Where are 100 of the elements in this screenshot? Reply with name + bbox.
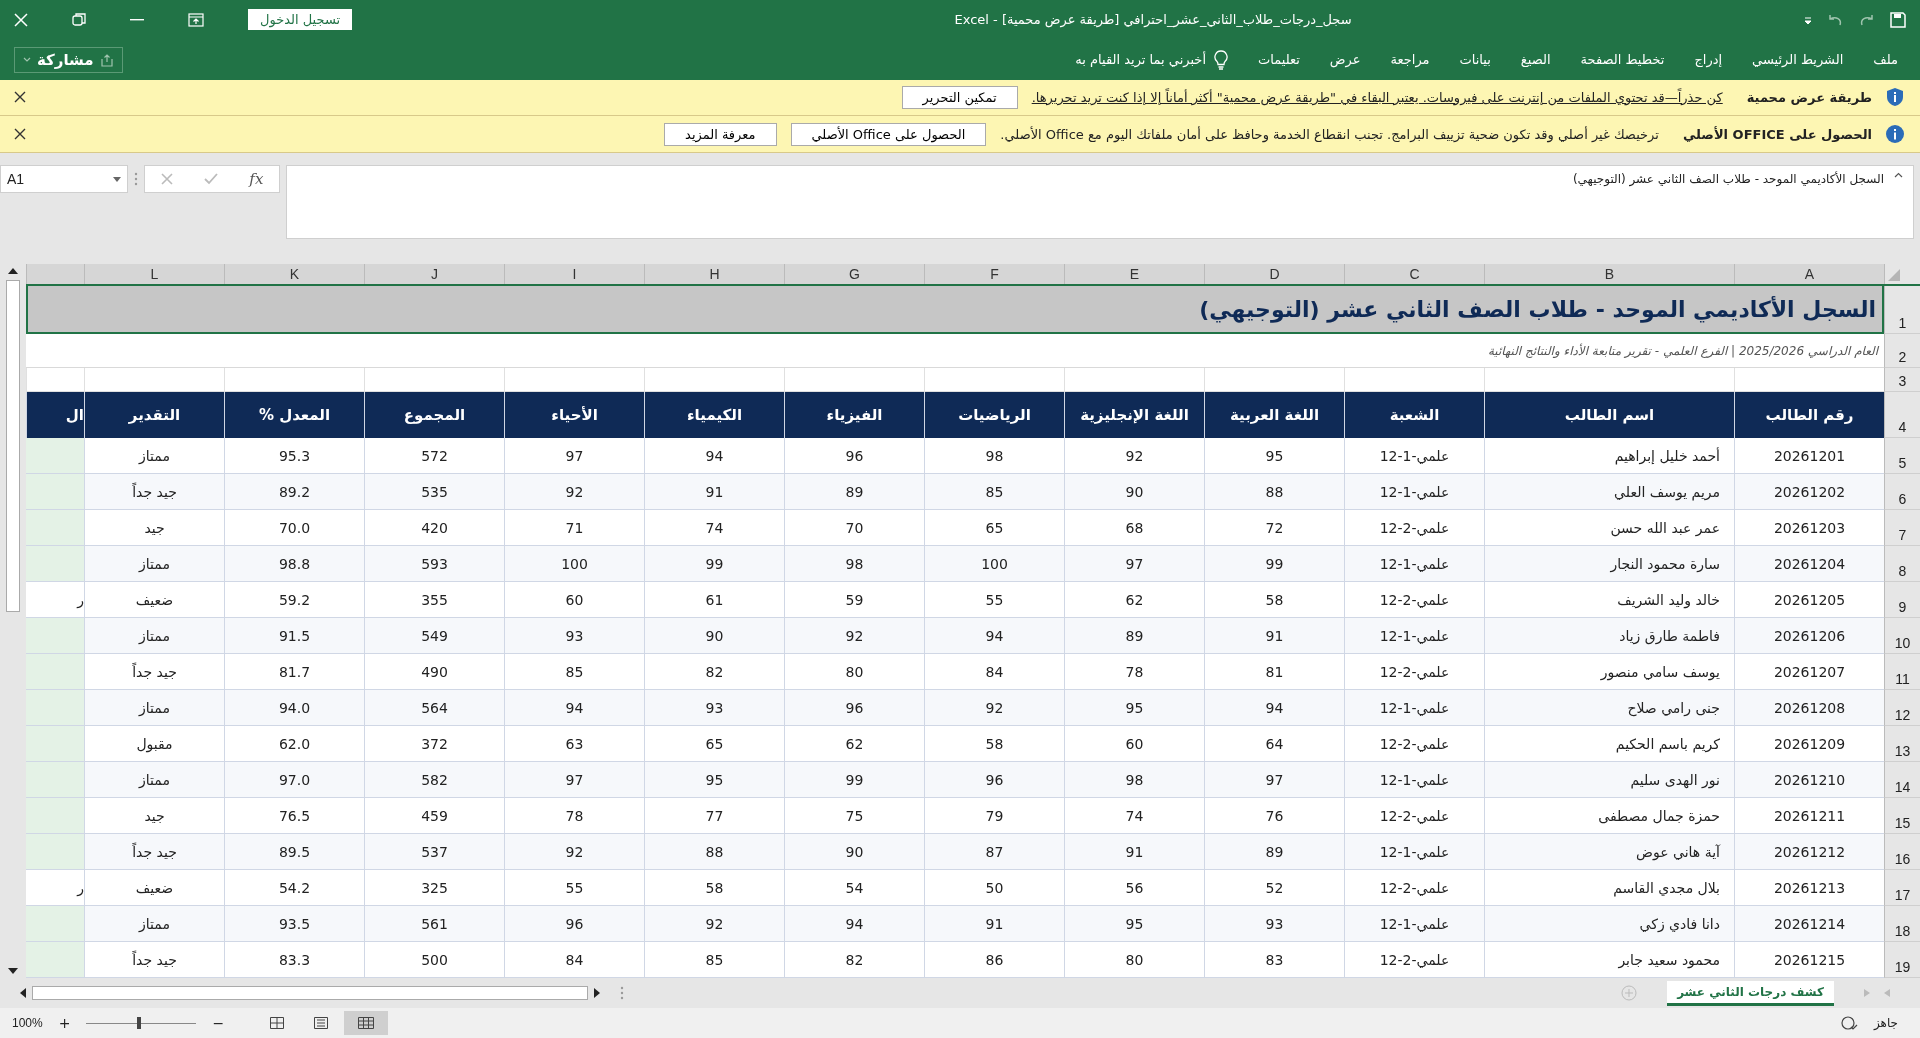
table-cell: 81 bbox=[1265, 663, 1284, 680]
table-cell: 94.0 bbox=[278, 699, 311, 716]
table-cell: ممتاز bbox=[139, 771, 170, 788]
row-number[interactable]: 18 bbox=[1884, 906, 1920, 943]
row-number[interactable]: 4 bbox=[1884, 392, 1920, 439]
ribbon-display-icon[interactable] bbox=[188, 12, 204, 27]
column-letter[interactable]: E bbox=[1064, 264, 1204, 285]
row-number[interactable]: 1 bbox=[1884, 286, 1920, 335]
page-icon bbox=[314, 1017, 329, 1030]
close-icon[interactable] bbox=[14, 91, 26, 104]
table-cell: 79 bbox=[985, 807, 1004, 824]
zoom-in-button[interactable]: + bbox=[58, 1015, 71, 1032]
column-letter[interactable]: J bbox=[364, 264, 504, 285]
row-number[interactable]: 13 bbox=[1884, 726, 1920, 763]
ribbon-tab[interactable]: الشريط الرئيسي bbox=[1752, 52, 1844, 68]
table-cell: علمي-1-12 bbox=[1379, 483, 1450, 500]
message-button[interactable]: الحصول على Office الأصلي bbox=[790, 122, 987, 146]
minimize-icon[interactable] bbox=[130, 18, 144, 21]
table-cell: 88 bbox=[705, 843, 724, 860]
column-header: رقم الطالب bbox=[1734, 392, 1884, 439]
table-cell: 80 bbox=[1125, 951, 1144, 968]
table-cell: 20261210 bbox=[1773, 771, 1846, 788]
row-number[interactable]: 17 bbox=[1884, 870, 1920, 907]
scroll-down-icon[interactable] bbox=[8, 968, 18, 975]
table-cell: علمي-1-12 bbox=[1379, 843, 1450, 860]
warning-link[interactable]: كن حذراً—قد تحتوي الملفات من إنترنت على فيروسات. يعتبر البقاء في "طريقة عرض محمية" أكثر أماناً إلا إذا كنت تريد تحريرها. bbox=[1031, 89, 1723, 105]
table-cell: آية هاني عوض bbox=[1636, 843, 1720, 860]
scroll-up-icon[interactable] bbox=[8, 268, 18, 275]
column-header: اللغة العربية bbox=[1204, 392, 1344, 439]
row-number[interactable]: 11 bbox=[1884, 654, 1920, 691]
zoom-out-button[interactable]: − bbox=[212, 1015, 225, 1032]
row-number[interactable]: 6 bbox=[1884, 474, 1920, 511]
row-number[interactable]: 10 bbox=[1884, 618, 1920, 655]
customize-caret-icon[interactable] bbox=[1804, 15, 1812, 24]
close-icon[interactable] bbox=[14, 128, 26, 141]
table-cell: علمي-1-12 bbox=[1379, 627, 1450, 644]
sign-in-button[interactable]: تسجيل الدخول bbox=[248, 9, 353, 31]
ribbon-tab[interactable]: عرض bbox=[1329, 52, 1361, 68]
column-letter[interactable]: G bbox=[784, 264, 924, 285]
message-button[interactable]: معرفة المزيد bbox=[664, 122, 777, 146]
restore-icon[interactable] bbox=[72, 12, 86, 27]
row-number[interactable]: 16 bbox=[1884, 834, 1920, 871]
zoom-level[interactable]: 100% bbox=[12, 1016, 43, 1031]
row-number[interactable]: 14 bbox=[1884, 762, 1920, 799]
ribbon-tab[interactable]: ملف bbox=[1873, 52, 1898, 68]
ribbon-tab[interactable]: مراجعة bbox=[1390, 52, 1430, 68]
row-number[interactable]: 7 bbox=[1884, 510, 1920, 547]
tell-me-field[interactable]: أخبرني بما تريد القيام به bbox=[1075, 52, 1206, 68]
split-page-icon bbox=[270, 1017, 285, 1030]
row-number[interactable]: 3 bbox=[1884, 368, 1920, 393]
column-letter[interactable]: C bbox=[1344, 264, 1484, 285]
column-letter[interactable]: F bbox=[924, 264, 1064, 285]
zoom-slider-thumb[interactable] bbox=[137, 1017, 142, 1030]
table-cell: 98 bbox=[985, 447, 1004, 464]
scroll-right-icon[interactable] bbox=[594, 988, 600, 999]
row-number[interactable]: 9 bbox=[1884, 582, 1920, 619]
table-cell: 54 bbox=[845, 879, 864, 896]
row-number[interactable]: 12 bbox=[1884, 690, 1920, 727]
column-letter[interactable]: K bbox=[224, 264, 364, 285]
column-letter[interactable]: H bbox=[644, 264, 784, 285]
ribbon-tab[interactable]: بيانات bbox=[1459, 52, 1491, 68]
ribbon-tab[interactable]: إدراج bbox=[1694, 52, 1723, 68]
table-cell: ممتاز bbox=[139, 555, 170, 572]
row-number[interactable]: 15 bbox=[1884, 798, 1920, 835]
redo-icon[interactable] bbox=[1858, 12, 1876, 27]
scroll-left-icon[interactable] bbox=[20, 988, 26, 999]
message-button[interactable]: تمكين التحرير bbox=[901, 85, 1018, 109]
ribbon-tab[interactable]: تعليمات bbox=[1258, 52, 1300, 68]
ribbon-tab[interactable]: تخطيط الصفحة bbox=[1580, 52, 1665, 68]
check-icon[interactable] bbox=[204, 173, 218, 186]
scrollbar-thumb[interactable] bbox=[32, 986, 588, 1001]
window-title: سجل_درجات_طلاب_الثاني_عشر_احترافي [طريقة عرض محمية] - Excel bbox=[953, 12, 1352, 28]
row-number[interactable]: 8 bbox=[1884, 546, 1920, 583]
row-number[interactable]: 19 bbox=[1884, 942, 1920, 979]
more-dots-icon[interactable] bbox=[134, 172, 138, 187]
share-button[interactable]: مشاركة bbox=[14, 46, 123, 73]
table-cell: 58 bbox=[1265, 591, 1284, 608]
save-icon[interactable] bbox=[1890, 11, 1906, 28]
column-letter[interactable]: L bbox=[84, 264, 224, 285]
table-cell: 96 bbox=[985, 771, 1004, 788]
accessibility-icon[interactable] bbox=[1839, 1015, 1858, 1032]
grid-view-button[interactable] bbox=[344, 1011, 389, 1036]
scrollbar-thumb[interactable] bbox=[6, 280, 20, 613]
name-box[interactable]: A1 bbox=[0, 165, 128, 194]
undo-icon[interactable] bbox=[1826, 12, 1844, 27]
row-number[interactable]: 2 bbox=[1884, 334, 1920, 369]
column-letter[interactable]: B bbox=[1484, 264, 1734, 285]
ribbon-tab[interactable]: الصيغ bbox=[1520, 52, 1551, 68]
collapse-caret-icon[interactable] bbox=[1894, 172, 1903, 179]
row-number[interactable]: 5 bbox=[1884, 438, 1920, 475]
sheet-tab[interactable]: كشف درجات الثاني عشر bbox=[1667, 980, 1834, 1006]
column-letter[interactable]: D bbox=[1204, 264, 1344, 285]
formula-field[interactable]: السجل الأكاديمي الموحد - طلاب الصف الثاني عشر (التوجيهي) bbox=[286, 165, 1914, 240]
insert-function-button[interactable]: fx bbox=[249, 170, 264, 189]
table-cell: 92 bbox=[985, 699, 1004, 716]
column-letter[interactable]: A bbox=[1734, 264, 1884, 285]
column-letter[interactable]: I bbox=[504, 264, 644, 285]
table-cell: 20261213 bbox=[1773, 879, 1846, 896]
table-cell: 70 bbox=[845, 519, 864, 536]
table-cell: جيد جداً bbox=[132, 951, 177, 968]
